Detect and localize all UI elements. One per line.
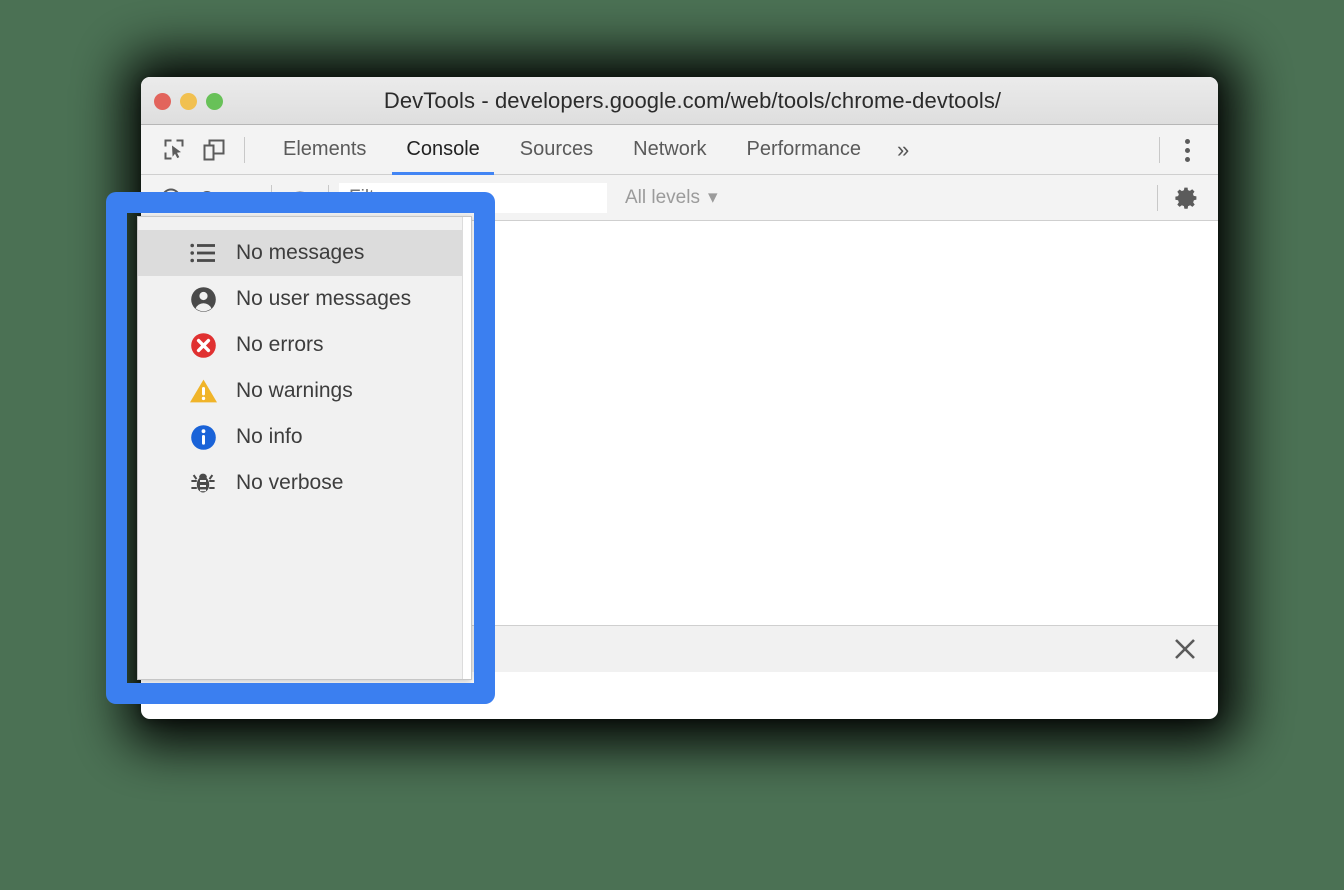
- tab-label: Elements: [283, 138, 367, 160]
- close-icon[interactable]: [1170, 634, 1200, 664]
- menu-item-no-verbose[interactable]: No verbose: [138, 460, 462, 506]
- more-tabs-chevron-icon[interactable]: »: [881, 125, 925, 175]
- tab-label: Console: [406, 138, 480, 160]
- menu-item-no-user-messages[interactable]: No user messages: [138, 276, 462, 322]
- menu-item-label: No info: [236, 425, 303, 448]
- tab-network[interactable]: Network: [613, 125, 726, 175]
- info-circle-icon: [188, 422, 218, 452]
- window-title: DevTools - developers.google.com/web/too…: [383, 87, 1002, 113]
- menu-item-label: No errors: [236, 333, 324, 356]
- tab-console[interactable]: Console: [386, 125, 499, 175]
- list-icon: [188, 238, 218, 268]
- tab-performance[interactable]: Performance: [727, 125, 882, 175]
- toolbar-divider: [1159, 137, 1160, 163]
- tab-elements[interactable]: Elements: [263, 125, 386, 175]
- zoom-window-button[interactable]: [206, 92, 223, 110]
- chevron-down-icon: ▾: [707, 187, 718, 208]
- console-toolbar: All levels ▾: [141, 175, 1218, 221]
- tabbar-right-group: [1149, 125, 1218, 175]
- devtools-main-tabbar: Elements Console Sources Network Perform…: [141, 125, 1218, 175]
- main-tab-list: Elements Console Sources Network Perform…: [263, 125, 925, 175]
- traffic-lights: [154, 77, 223, 125]
- dot: [1184, 147, 1190, 153]
- menu-item-no-errors[interactable]: No errors: [138, 322, 462, 368]
- menu-item-no-messages[interactable]: No messages: [138, 230, 462, 276]
- minimize-window-button[interactable]: [180, 92, 197, 110]
- menu-item-label: No warnings: [236, 379, 353, 402]
- console-toolbar-right-group: [1147, 175, 1218, 221]
- dot: [1184, 138, 1190, 144]
- warning-triangle-icon: [188, 376, 218, 406]
- title-bar: DevTools - developers.google.com/web/too…: [141, 77, 1218, 125]
- menu-item-label: No messages: [236, 241, 365, 264]
- gear-icon[interactable]: [1168, 180, 1204, 216]
- filter-input[interactable]: [339, 182, 607, 213]
- error-circle-icon: [188, 330, 218, 360]
- toolbar-divider: [328, 184, 329, 211]
- eye-icon[interactable]: [282, 180, 318, 216]
- execution-context-icon[interactable]: [189, 180, 225, 216]
- toolbar-divider: [271, 184, 272, 211]
- dropdown-scrollbar[interactable]: [462, 217, 471, 679]
- tab-label: Network: [633, 138, 707, 160]
- three-dot-menu-icon[interactable]: [1170, 130, 1204, 170]
- menu-item-label: No verbose: [236, 471, 344, 494]
- inspect-element-icon[interactable]: [154, 130, 194, 170]
- log-levels-menu-list: No messages No user messages No errors N…: [138, 217, 462, 679]
- toolbar-divider: [1157, 185, 1158, 211]
- tab-sources[interactable]: Sources: [500, 125, 613, 175]
- log-levels-dropdown-menu: No messages No user messages No errors N…: [137, 216, 472, 680]
- log-levels-label: All levels: [625, 186, 700, 208]
- tab-label: Sources: [519, 138, 594, 160]
- menu-item-label: No user messages: [236, 287, 412, 310]
- account-circle-icon: [188, 284, 218, 314]
- device-toolbar-icon[interactable]: [194, 130, 234, 170]
- toolbar-divider: [244, 136, 245, 163]
- clear-console-icon[interactable]: [153, 180, 189, 216]
- dot: [1184, 156, 1190, 162]
- tab-label: Performance: [746, 138, 862, 160]
- bug-icon: [188, 468, 218, 498]
- menu-item-no-warnings[interactable]: No warnings: [138, 368, 462, 414]
- chevron-down-icon[interactable]: [225, 180, 261, 216]
- menu-item-no-info[interactable]: No info: [138, 414, 462, 460]
- close-window-button[interactable]: [154, 92, 171, 110]
- more-tabs-label: »: [897, 136, 910, 162]
- log-levels-dropdown[interactable]: All levels ▾: [625, 186, 718, 209]
